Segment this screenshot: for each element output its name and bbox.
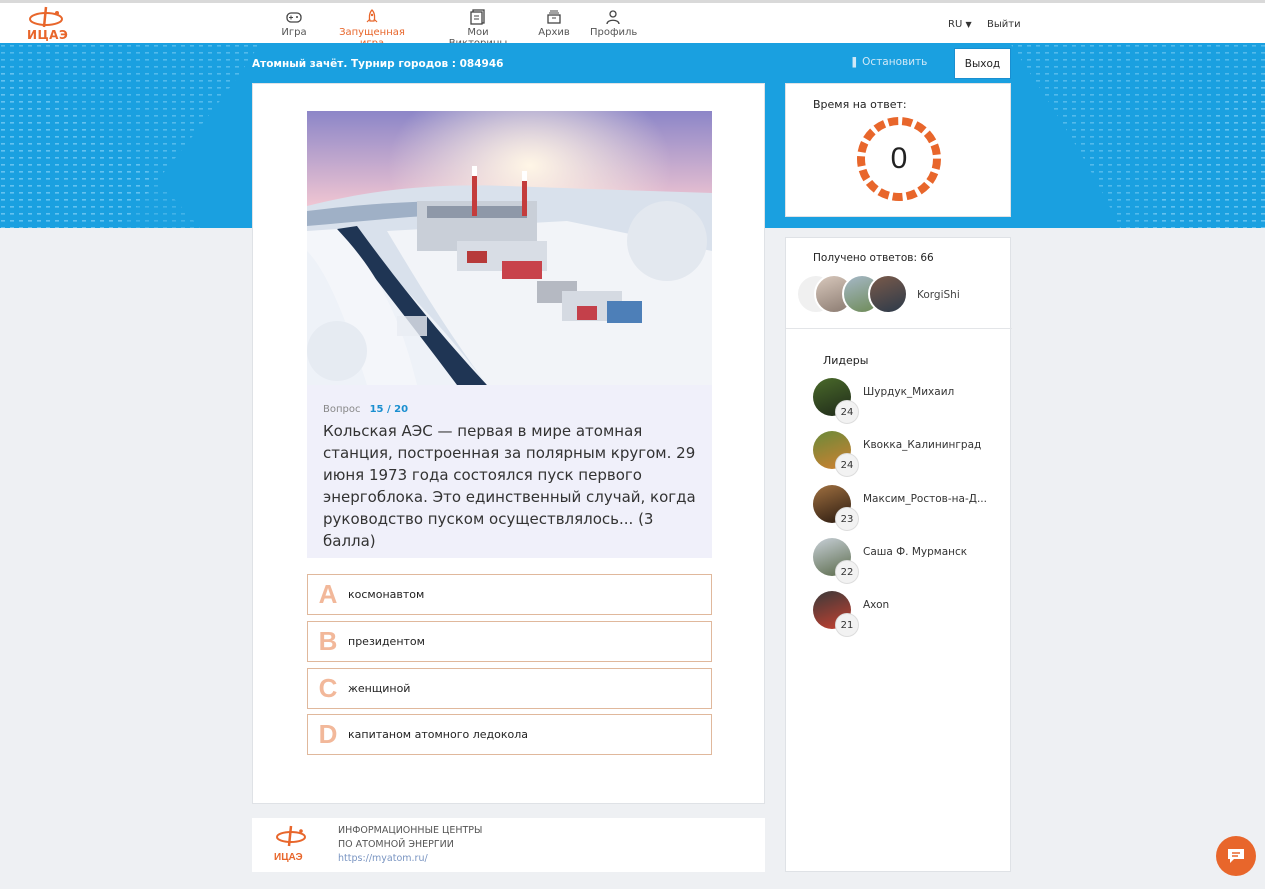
answer-option-d[interactable]: D капитаном атомного ледокола: [307, 714, 712, 755]
avatar: [868, 274, 908, 314]
answer-text: женщиной: [348, 682, 411, 695]
question-image: [307, 111, 712, 385]
answer-text: президентом: [348, 635, 425, 648]
leader-row: 24 Шурдук_Михаил: [813, 378, 1003, 424]
question-box: Вопрос 15 / 20 Кольская АЭС — первая в м…: [307, 385, 712, 558]
footer-org-line-1: ИНФОРМАЦИОННЫЕ ЦЕНТРЫ: [338, 825, 483, 836]
chevron-down-icon: ▼: [965, 20, 972, 29]
timer-card: Время на ответ: 0: [785, 83, 1011, 217]
answer-option-c[interactable]: C женщиной: [307, 668, 712, 709]
question-label: Вопрос: [323, 404, 361, 415]
nav-label: Игра: [281, 27, 307, 38]
leader-name: Axon: [863, 599, 890, 611]
leader-score: 24: [835, 400, 859, 424]
leader-row: 21 Axon: [813, 591, 1003, 637]
pause-button[interactable]: ❚ Остановить: [850, 56, 927, 68]
divider: [786, 328, 1012, 329]
leader-name: Квокка_Калининград: [863, 439, 982, 451]
timer-value: 0: [890, 142, 908, 175]
chat-button[interactable]: [1216, 836, 1256, 876]
players-panel: Получено ответов: 66 KorgiShi Лидеры 24 …: [785, 237, 1012, 872]
footer-url-link[interactable]: https://myatom.ru/: [338, 853, 428, 864]
language-select[interactable]: RU ▼: [948, 19, 972, 30]
logout-link[interactable]: Выйти: [987, 19, 1021, 30]
exit-button[interactable]: Выход: [954, 48, 1011, 79]
leader-row: 23 Максим_Ростов-на-Д...: [813, 485, 1003, 531]
answer-letter: B: [318, 626, 338, 656]
nav-item-profile[interactable]: Профиль: [590, 9, 638, 43]
top-navbar: ИЦАЭ Игра Запущенная игра Мои Викторины …: [0, 0, 1265, 49]
answer-letter: D: [318, 719, 338, 749]
leader-name: Максим_Ростов-на-Д...: [863, 493, 987, 505]
user-icon: [606, 10, 620, 25]
leaders-title: Лидеры: [823, 354, 869, 367]
nav-label: Профиль: [590, 27, 638, 38]
question-card: Вопрос 15 / 20 Кольская АЭС — первая в м…: [252, 83, 765, 804]
footer-org-line-2: ПО АТОМНОЙ ЭНЕРГИИ: [338, 839, 454, 850]
language-value: RU: [948, 19, 963, 30]
answer-letter: A: [318, 579, 338, 609]
rocket-icon: [366, 9, 378, 23]
leader-name: Саша Ф. Мурманск: [863, 546, 968, 558]
timer-label: Время на ответ:: [813, 98, 907, 111]
answers-received-count: Получено ответов: 66: [813, 252, 934, 264]
leader-row: 24 Квокка_Калининград: [813, 431, 1003, 477]
archive-icon: [547, 10, 561, 24]
answer-option-b[interactable]: B президентом: [307, 621, 712, 662]
question-text: Кольская АЭС — первая в мире атомная ста…: [323, 422, 696, 550]
question-number: 15 / 20: [369, 404, 409, 415]
leader-row: 22 Саша Ф. Мурманск: [813, 538, 1003, 584]
answer-text: капитаном атомного ледокола: [348, 728, 528, 741]
footer-logo-text: ИЦАЭ: [274, 852, 303, 863]
nav-item-game[interactable]: Игра: [281, 9, 307, 43]
chat-icon: [1228, 849, 1244, 863]
icae-footer-logo: ИЦАЭ: [274, 825, 306, 863]
pause-label: Остановить: [862, 56, 928, 68]
last-answered-user: KorgiShi: [917, 289, 960, 301]
footer: ИЦАЭ ИНФОРМАЦИОННЫЕ ЦЕНТРЫ ПО АТОМНОЙ ЭН…: [252, 818, 765, 872]
answer-letter: C: [318, 673, 338, 703]
pause-icon: ❚: [850, 56, 859, 68]
leader-score: 22: [835, 560, 859, 584]
nav-item-archive[interactable]: Архив: [538, 9, 570, 43]
leader-score: 23: [835, 507, 859, 531]
power-plant-image: [307, 111, 712, 385]
nav-label: Архив: [538, 27, 570, 38]
answer-option-a[interactable]: A космонавтом: [307, 574, 712, 615]
game-title: Атомный зачёт. Турнир городов : 084946: [252, 58, 504, 70]
leader-score: 21: [835, 613, 859, 637]
nav-item-my-quizzes[interactable]: Мои Викторины: [438, 9, 518, 49]
nav-item-running-game[interactable]: Запущенная игра: [328, 9, 416, 49]
gamepad-icon: [286, 12, 302, 23]
leader-name: Шурдук_Михаил: [863, 386, 955, 398]
quizzes-icon: [470, 9, 485, 25]
leader-score: 24: [835, 453, 859, 477]
logo-text: ИЦАЭ: [27, 28, 69, 42]
answer-text: космонавтом: [348, 588, 425, 601]
